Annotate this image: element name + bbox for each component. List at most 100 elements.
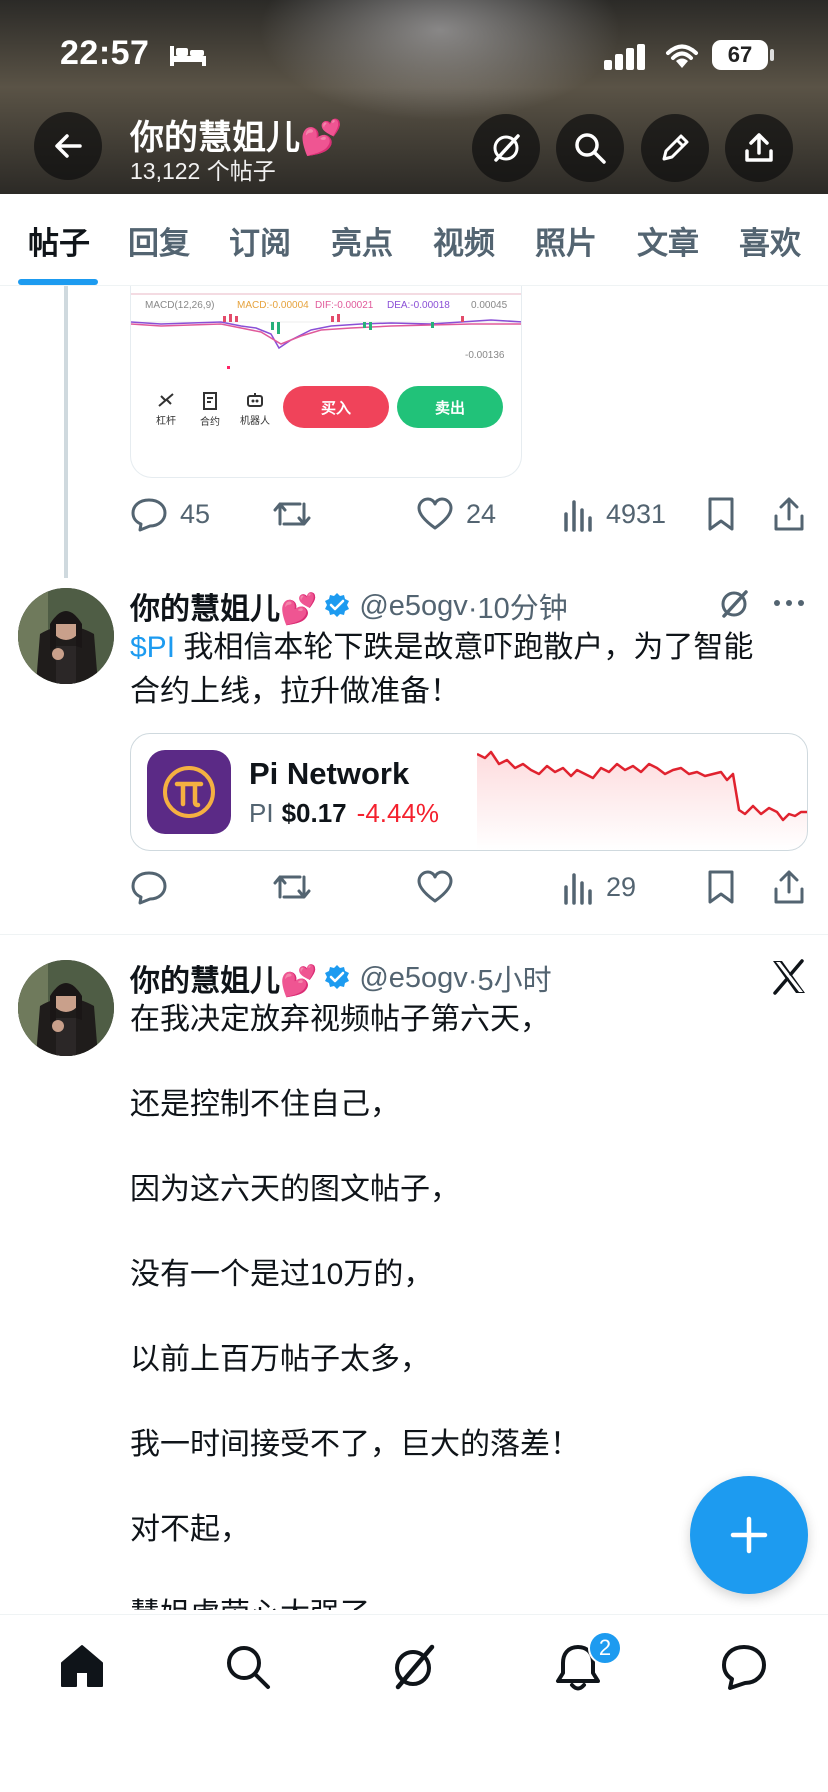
- post-media-image[interactable]: MACD(12,26,9) MACD:-0.00004 DIF:-0.00021…: [130, 286, 522, 478]
- bookmark-icon: [708, 497, 734, 531]
- tab-subscriptions[interactable]: 订阅: [229, 218, 291, 263]
- tab-photos[interactable]: 照片: [535, 218, 597, 263]
- share-button[interactable]: [725, 114, 793, 182]
- bottom-navigation: [0, 1614, 828, 1792]
- grok-button[interactable]: [472, 114, 540, 182]
- views-action[interactable]: 4931: [562, 496, 666, 532]
- contract-tool: 合约: [197, 392, 223, 428]
- reply-icon: [131, 498, 167, 532]
- tab-replies[interactable]: 回复: [128, 218, 190, 263]
- cellular-signal-icon: [604, 44, 648, 70]
- thread-line: [64, 286, 68, 578]
- repost-action[interactable]: [272, 496, 312, 532]
- post-text: $PI 我相信本轮下跌是故意吓跑散户，为了智能 合约上线，拉升做准备！: [130, 626, 806, 714]
- author-handle[interactable]: @e5ogv: [359, 590, 467, 623]
- repost-action[interactable]: [272, 869, 312, 905]
- share-icon: [774, 497, 804, 531]
- tab-likes[interactable]: 喜欢: [739, 218, 801, 263]
- bookmark-button[interactable]: [706, 869, 736, 905]
- pencil-icon: [662, 134, 689, 161]
- like-action[interactable]: [416, 869, 454, 905]
- plus-icon: [730, 1516, 768, 1554]
- tab-videos[interactable]: 视频: [433, 218, 495, 263]
- back-button[interactable]: [34, 112, 102, 180]
- search-button[interactable]: [556, 114, 624, 182]
- scale-top: 0.00045: [471, 300, 508, 311]
- view-count: 4931: [606, 498, 667, 529]
- post-header: 你的慧姐儿💕 @e5ogv ·5小时: [130, 956, 552, 1000]
- views-action[interactable]: 29: [562, 869, 636, 905]
- more-options-button[interactable]: [772, 598, 806, 608]
- like-action[interactable]: 24: [416, 496, 496, 532]
- nav-home[interactable]: [58, 1643, 106, 1689]
- post-divider: [0, 934, 828, 935]
- share-post-button[interactable]: [772, 869, 806, 905]
- wifi-icon: [664, 42, 700, 70]
- arrow-left-icon: [55, 134, 82, 158]
- post-text-line: 因为这六天的图文帖子，: [130, 1173, 460, 1206]
- robot-tool: 机器人: [235, 392, 275, 427]
- author-handle[interactable]: @e5ogv: [359, 962, 467, 995]
- post-header: 你的慧姐儿💕 @e5ogv ·10分钟: [130, 584, 568, 628]
- x-logo-icon: [770, 958, 808, 996]
- avatar-image: [18, 588, 114, 684]
- post-time: ·10分钟: [467, 593, 568, 625]
- author-name[interactable]: 你的慧姐儿💕: [130, 956, 317, 1000]
- asset-price: $0.17: [281, 798, 347, 828]
- verified-badge-icon: [325, 965, 350, 989]
- post-count: 13,122 个帖子: [130, 158, 276, 184]
- post-text-line1: 我相信本轮下跌是故意吓跑散户，为了智能: [175, 631, 754, 664]
- chat-bubble-icon: [722, 1645, 766, 1690]
- post-text-line: 还是控制不住自己，: [130, 1088, 400, 1121]
- search-icon: [575, 133, 606, 164]
- share-post-button[interactable]: [772, 496, 806, 532]
- nav-search[interactable]: [224, 1643, 272, 1691]
- price-row: PI $0.17 -4.44%: [249, 798, 439, 829]
- lever-icon: [158, 393, 174, 407]
- contract-label: 合约: [200, 417, 220, 428]
- battery-cap: [770, 49, 774, 61]
- crypto-price-card[interactable]: Pi Network PI $0.17 -4.44%: [130, 733, 808, 851]
- author-name[interactable]: 你的慧姐儿💕: [130, 584, 317, 628]
- tab-highlights[interactable]: 亮点: [331, 218, 393, 263]
- grok-post-button[interactable]: [716, 586, 752, 622]
- long-post-text: 在我决定放弃视频帖子第六天， 还是控制不住自己， 因为这六天的图文帖子， 没有一…: [130, 998, 770, 1610]
- compose-post-button[interactable]: [690, 1476, 808, 1594]
- battery-level: 67: [727, 42, 753, 67]
- bookmark-button[interactable]: [706, 496, 736, 532]
- post-text-line: 慧姐虚荣心太强了，: [130, 1593, 770, 1610]
- nav-grok[interactable]: [388, 1641, 440, 1693]
- pi-network-logo: [147, 750, 231, 834]
- profile-tabs: 帖子 回复 订阅 亮点 视频 照片 文章 喜欢: [0, 194, 828, 286]
- contract-icon: [203, 392, 217, 410]
- heart-icon: [417, 497, 453, 530]
- cashtag-link[interactable]: $PI: [130, 631, 175, 664]
- avatar[interactable]: [18, 588, 114, 684]
- price-sparkline: [477, 750, 807, 850]
- price-change: -4.44%: [356, 798, 440, 828]
- reply-action[interactable]: 45: [130, 496, 210, 532]
- heart-icon: [417, 870, 453, 903]
- avatar[interactable]: [18, 960, 114, 1056]
- macd-value: MACD:-0.00004: [237, 300, 309, 311]
- edit-button[interactable]: [641, 114, 709, 182]
- asset-name: Pi Network: [249, 756, 410, 791]
- post-text-line2: 合约上线，拉升做准备！: [130, 675, 460, 708]
- nav-messages[interactable]: [720, 1643, 768, 1691]
- search-icon: [227, 1646, 270, 1689]
- grok-icon: [721, 590, 748, 618]
- post-time: ·5小时: [467, 965, 552, 997]
- macd-label: MACD(12,26,9): [145, 300, 215, 311]
- tab-posts[interactable]: 帖子: [28, 218, 90, 263]
- avatar-image: [18, 960, 114, 1056]
- robot-label: 机器人: [240, 416, 270, 427]
- home-icon: [61, 1645, 103, 1687]
- repost-icon: [273, 875, 311, 899]
- battery-indicator: 67: [712, 40, 768, 70]
- grok-icon: [493, 134, 520, 162]
- verified-badge-icon: [325, 593, 350, 617]
- reply-action[interactable]: [130, 869, 168, 905]
- asset-symbol: PI: [249, 798, 274, 828]
- tab-articles[interactable]: 文章: [637, 218, 699, 263]
- active-tab-indicator: [18, 279, 98, 285]
